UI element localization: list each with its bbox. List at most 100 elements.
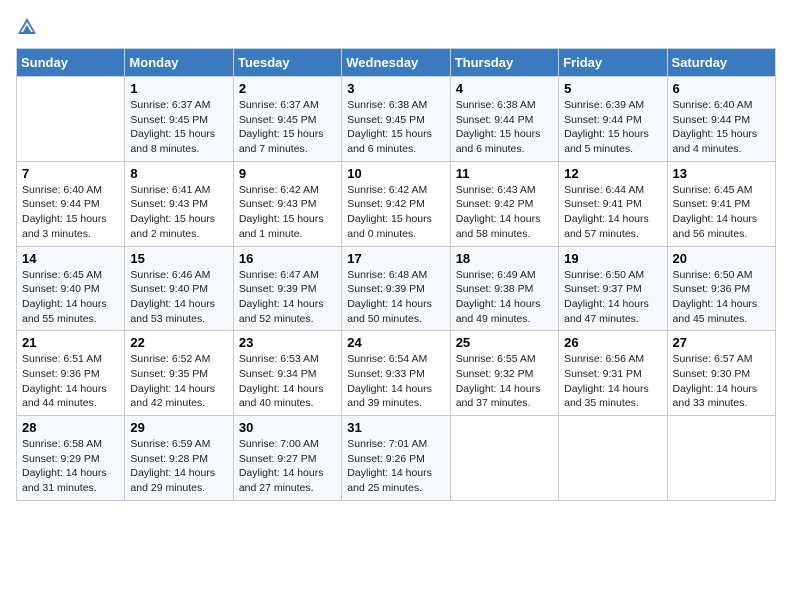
calendar-week-row: 7 Sunrise: 6:40 AM Sunset: 9:44 PM Daylig… (17, 161, 776, 246)
calendar-cell: 2 Sunrise: 6:37 AM Sunset: 9:45 PM Daylig… (233, 77, 341, 162)
day-info: Sunrise: 6:59 AM Sunset: 9:28 PM Dayligh… (130, 437, 227, 496)
day-number: 8 (130, 166, 227, 181)
day-number: 5 (564, 81, 661, 96)
calendar-header-row: SundayMondayTuesdayWednesdayThursdayFrid… (17, 49, 776, 77)
calendar-cell: 16Sunrise: 6:47 AM Sunset: 9:39 PM Dayli… (233, 246, 341, 331)
day-info: Sunrise: 6:42 AM Sunset: 9:43 PM Dayligh… (239, 183, 336, 242)
day-number: 25 (456, 335, 553, 350)
day-info: Sunrise: 6:48 AM Sunset: 9:39 PM Dayligh… (347, 268, 444, 327)
day-number: 20 (673, 251, 770, 266)
day-info: Sunrise: 6:57 AM Sunset: 9:30 PM Dayligh… (673, 352, 770, 411)
day-number: 22 (130, 335, 227, 350)
calendar-cell: 4 Sunrise: 6:38 AM Sunset: 9:44 PM Daylig… (450, 77, 558, 162)
day-info: Sunrise: 6:50 AM Sunset: 9:37 PM Dayligh… (564, 268, 661, 327)
calendar-cell: 12 Sunrise: 6:44 AM Sunset: 9:41 PM Dayli… (559, 161, 667, 246)
day-info: Sunrise: 6:45 AM Sunset: 9:41 PM Dayligh… (673, 183, 770, 242)
day-number: 17 (347, 251, 444, 266)
day-number: 23 (239, 335, 336, 350)
logo-icon (16, 16, 38, 38)
day-number: 31 (347, 420, 444, 435)
calendar-cell (559, 416, 667, 501)
calendar-week-row: 21 Sunrise: 6:51 AM Sunset: 9:36 PM Dayli… (17, 331, 776, 416)
calendar-cell: 29Sunrise: 6:59 AM Sunset: 9:28 PM Dayli… (125, 416, 233, 501)
day-info: Sunrise: 6:37 AM Sunset: 9:45 PM Dayligh… (130, 98, 227, 157)
day-number: 19 (564, 251, 661, 266)
day-number: 7 (22, 166, 119, 181)
calendar-cell: 21 Sunrise: 6:51 AM Sunset: 9:36 PM Dayli… (17, 331, 125, 416)
day-info: Sunrise: 6:50 AM Sunset: 9:36 PM Dayligh… (673, 268, 770, 327)
calendar-cell: 1 Sunrise: 6:37 AM Sunset: 9:45 PM Daylig… (125, 77, 233, 162)
day-info: Sunrise: 6:55 AM Sunset: 9:32 PM Dayligh… (456, 352, 553, 411)
day-info: Sunrise: 6:46 AM Sunset: 9:40 PM Dayligh… (130, 268, 227, 327)
calendar-cell: 24Sunrise: 6:54 AM Sunset: 9:33 PM Dayli… (342, 331, 450, 416)
day-header-tuesday: Tuesday (233, 49, 341, 77)
day-number: 4 (456, 81, 553, 96)
day-number: 13 (673, 166, 770, 181)
page-header (16, 16, 776, 38)
day-info: Sunrise: 6:41 AM Sunset: 9:43 PM Dayligh… (130, 183, 227, 242)
day-info: Sunrise: 6:37 AM Sunset: 9:45 PM Dayligh… (239, 98, 336, 157)
day-info: Sunrise: 7:00 AM Sunset: 9:27 PM Dayligh… (239, 437, 336, 496)
calendar-cell: 27 Sunrise: 6:57 AM Sunset: 9:30 PM Dayli… (667, 331, 775, 416)
day-number: 12 (564, 166, 661, 181)
day-number: 9 (239, 166, 336, 181)
day-number: 2 (239, 81, 336, 96)
day-info: Sunrise: 7:01 AM Sunset: 9:26 PM Dayligh… (347, 437, 444, 496)
day-number: 21 (22, 335, 119, 350)
calendar-week-row: 28 Sunrise: 6:58 AM Sunset: 9:29 PM Dayli… (17, 416, 776, 501)
day-number: 14 (22, 251, 119, 266)
calendar-cell: 17 Sunrise: 6:48 AM Sunset: 9:39 PM Dayli… (342, 246, 450, 331)
day-info: Sunrise: 6:38 AM Sunset: 9:44 PM Dayligh… (456, 98, 553, 157)
day-info: Sunrise: 6:43 AM Sunset: 9:42 PM Dayligh… (456, 183, 553, 242)
day-number: 26 (564, 335, 661, 350)
calendar-cell: 19 Sunrise: 6:50 AM Sunset: 9:37 PM Dayli… (559, 246, 667, 331)
day-number: 11 (456, 166, 553, 181)
day-number: 10 (347, 166, 444, 181)
calendar-cell (17, 77, 125, 162)
calendar-cell: 11 Sunrise: 6:43 AM Sunset: 9:42 PM Dayli… (450, 161, 558, 246)
day-info: Sunrise: 6:39 AM Sunset: 9:44 PM Dayligh… (564, 98, 661, 157)
calendar-cell: 10 Sunrise: 6:42 AM Sunset: 9:42 PM Dayli… (342, 161, 450, 246)
day-number: 28 (22, 420, 119, 435)
calendar-cell: 22Sunrise: 6:52 AM Sunset: 9:35 PM Dayli… (125, 331, 233, 416)
day-number: 18 (456, 251, 553, 266)
day-info: Sunrise: 6:58 AM Sunset: 9:29 PM Dayligh… (22, 437, 119, 496)
calendar-cell: 18 Sunrise: 6:49 AM Sunset: 9:38 PM Dayli… (450, 246, 558, 331)
calendar-cell: 26 Sunrise: 6:56 AM Sunset: 9:31 PM Dayli… (559, 331, 667, 416)
day-number: 3 (347, 81, 444, 96)
day-info: Sunrise: 6:40 AM Sunset: 9:44 PM Dayligh… (22, 183, 119, 242)
day-info: Sunrise: 6:42 AM Sunset: 9:42 PM Dayligh… (347, 183, 444, 242)
day-number: 24 (347, 335, 444, 350)
calendar-cell (667, 416, 775, 501)
calendar-cell: 9 Sunrise: 6:42 AM Sunset: 9:43 PM Daylig… (233, 161, 341, 246)
day-info: Sunrise: 6:44 AM Sunset: 9:41 PM Dayligh… (564, 183, 661, 242)
day-number: 1 (130, 81, 227, 96)
day-number: 27 (673, 335, 770, 350)
logo (16, 16, 42, 38)
calendar-week-row: 1 Sunrise: 6:37 AM Sunset: 9:45 PM Daylig… (17, 77, 776, 162)
calendar-cell: 7 Sunrise: 6:40 AM Sunset: 9:44 PM Daylig… (17, 161, 125, 246)
calendar-week-row: 14 Sunrise: 6:45 AM Sunset: 9:40 PM Dayli… (17, 246, 776, 331)
calendar-table: SundayMondayTuesdayWednesdayThursdayFrid… (16, 48, 776, 501)
calendar-cell: 20 Sunrise: 6:50 AM Sunset: 9:36 PM Dayli… (667, 246, 775, 331)
calendar-cell: 15 Sunrise: 6:46 AM Sunset: 9:40 PM Dayli… (125, 246, 233, 331)
day-header-friday: Friday (559, 49, 667, 77)
day-info: Sunrise: 6:56 AM Sunset: 9:31 PM Dayligh… (564, 352, 661, 411)
day-number: 15 (130, 251, 227, 266)
day-header-wednesday: Wednesday (342, 49, 450, 77)
calendar-cell: 13 Sunrise: 6:45 AM Sunset: 9:41 PM Dayli… (667, 161, 775, 246)
calendar-cell: 28 Sunrise: 6:58 AM Sunset: 9:29 PM Dayli… (17, 416, 125, 501)
calendar-cell: 14 Sunrise: 6:45 AM Sunset: 9:40 PM Dayli… (17, 246, 125, 331)
day-info: Sunrise: 6:49 AM Sunset: 9:38 PM Dayligh… (456, 268, 553, 327)
day-info: Sunrise: 6:51 AM Sunset: 9:36 PM Dayligh… (22, 352, 119, 411)
day-number: 30 (239, 420, 336, 435)
calendar-cell: 31 Sunrise: 7:01 AM Sunset: 9:26 PM Dayli… (342, 416, 450, 501)
day-header-sunday: Sunday (17, 49, 125, 77)
calendar-cell: 3Sunrise: 6:38 AM Sunset: 9:45 PM Daylig… (342, 77, 450, 162)
calendar-cell: 23 Sunrise: 6:53 AM Sunset: 9:34 PM Dayli… (233, 331, 341, 416)
day-info: Sunrise: 6:40 AM Sunset: 9:44 PM Dayligh… (673, 98, 770, 157)
day-info: Sunrise: 6:45 AM Sunset: 9:40 PM Dayligh… (22, 268, 119, 327)
day-header-thursday: Thursday (450, 49, 558, 77)
calendar-cell: 8 Sunrise: 6:41 AM Sunset: 9:43 PM Daylig… (125, 161, 233, 246)
day-info: Sunrise: 6:53 AM Sunset: 9:34 PM Dayligh… (239, 352, 336, 411)
